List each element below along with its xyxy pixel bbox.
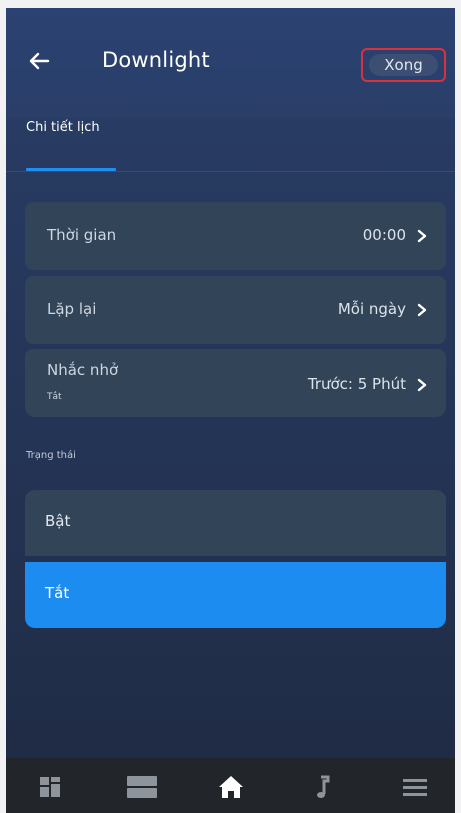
setting-row-reminder[interactable]: Nhắc nhở Tắt Trước: 5 Phút <box>25 349 446 417</box>
setting-label: Nhắc nhở <box>47 361 119 379</box>
nav-item-home[interactable] <box>216 774 246 800</box>
section-title-status: Trạng thái <box>26 450 76 461</box>
chevron-right-icon <box>417 303 427 317</box>
header: Downlight Xong <box>6 8 455 118</box>
nav-item-devices[interactable] <box>125 774 157 800</box>
home-icon <box>219 776 243 798</box>
page-title: Downlight <box>102 48 210 72</box>
dashboard-icon <box>40 777 60 797</box>
setting-row-repeat[interactable]: Lặp lại Mỗi ngày <box>25 276 446 344</box>
status-option-label: Tắt <box>45 584 70 602</box>
bottom-nav <box>6 758 455 813</box>
setting-value: Trước: 5 Phút <box>307 375 406 393</box>
done-button[interactable]: Xong <box>361 48 446 82</box>
setting-value: 00:00 <box>362 226 406 244</box>
chevron-right-icon <box>417 229 427 243</box>
chevron-right-icon <box>417 378 427 392</box>
music-icon <box>317 775 330 798</box>
back-button[interactable] <box>26 48 52 74</box>
devices-icon <box>127 776 157 798</box>
setting-value: Mỗi ngày <box>337 300 406 318</box>
nav-item-menu[interactable] <box>400 774 430 800</box>
tab-schedule-details[interactable]: Chi tiết lịch <box>26 120 100 135</box>
setting-row-time[interactable]: Thời gian 00:00 <box>25 202 446 270</box>
phone-screen: Downlight Xong Chi tiết lịch Thời gian 0… <box>6 8 455 813</box>
done-button-label: Xong <box>369 54 438 76</box>
nav-item-dashboard[interactable] <box>36 774 66 800</box>
status-option-label: Bật <box>45 512 71 530</box>
divider <box>6 171 455 172</box>
arrow-left-icon <box>29 52 50 70</box>
setting-label: Thời gian <box>47 226 117 244</box>
setting-sublabel: Tắt <box>47 392 62 402</box>
status-option-on[interactable]: Bật <box>25 490 446 556</box>
nav-item-music[interactable] <box>311 774 341 800</box>
menu-icon <box>403 779 427 796</box>
setting-label: Lặp lại <box>47 300 97 318</box>
status-option-off-selected[interactable]: Tắt <box>25 562 446 628</box>
